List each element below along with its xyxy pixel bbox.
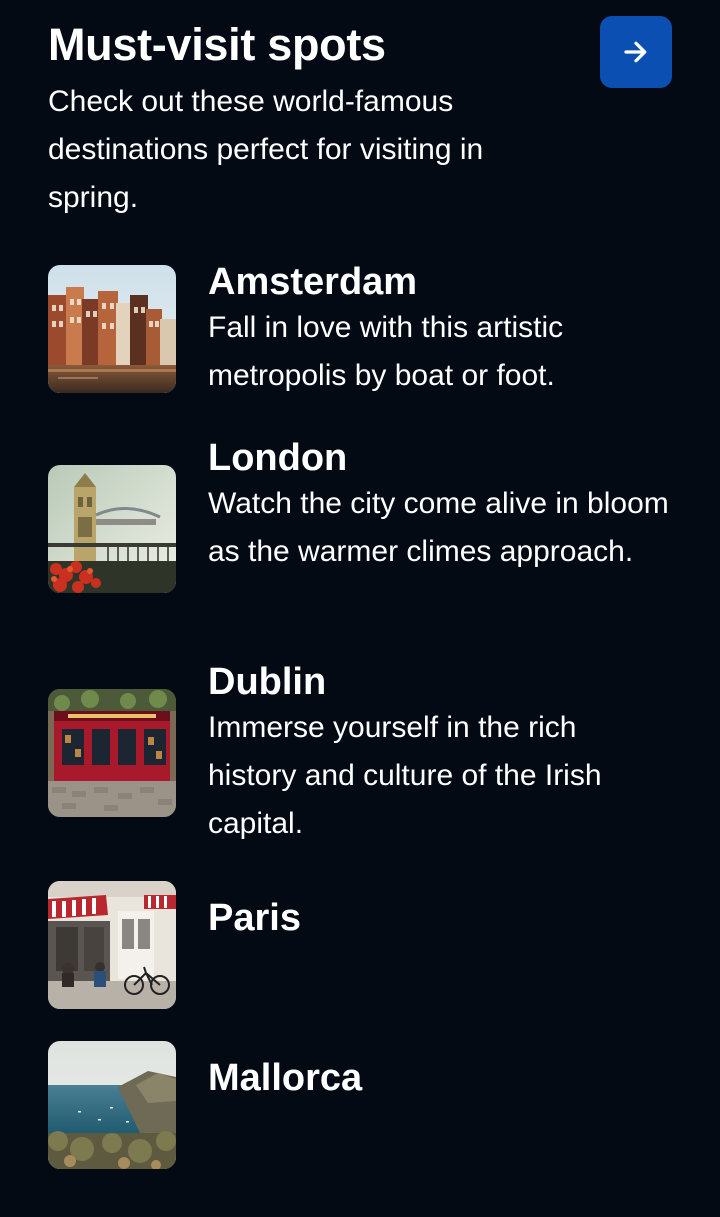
destination-title: Amsterdam — [208, 261, 418, 303]
next-button[interactable] — [600, 16, 672, 88]
list-item-dublin[interactable]: Dublin Immerse yourself in the rich hist… — [48, 660, 672, 840]
paris-text: Paris — [208, 896, 672, 940]
list-item-mallorca[interactable]: Mallorca — [48, 1040, 672, 1170]
section-header: Must-visit spots Check out these world-f… — [48, 16, 568, 222]
mallorca-image — [48, 1041, 176, 1169]
page-subtitle: Check out these world-famous destination… — [48, 85, 484, 214]
amsterdam-text: Amsterdam Fall in love with this artisti… — [208, 260, 672, 400]
destination-title: Dublin — [208, 661, 327, 703]
dublin-text: Dublin Immerse yourself in the rich hist… — [208, 660, 672, 848]
destination-description: Watch the city come alive in bloom as th… — [208, 487, 669, 568]
list-item-london[interactable]: London Watch the city come alive in bloo… — [48, 436, 672, 612]
destination-description: Fall in love with this artistic metropol… — [208, 311, 564, 392]
arrow-right-icon — [624, 41, 647, 63]
destination-title: London — [208, 437, 348, 479]
destination-description: Immerse yourself in the rich history and… — [208, 711, 602, 840]
list-item-paris[interactable]: Paris — [48, 880, 672, 1010]
london-text: London Watch the city come alive in bloo… — [208, 436, 672, 576]
amsterdam-image — [48, 265, 176, 393]
page-title: Must-visit spots — [48, 19, 386, 70]
mallorca-text: Mallorca — [208, 1056, 672, 1100]
list-item-amsterdam[interactable]: Amsterdam Fall in love with this artisti… — [48, 261, 672, 394]
destination-title: Paris — [208, 897, 301, 939]
dublin-image — [48, 689, 176, 817]
paris-image — [48, 881, 176, 1009]
destination-title: Mallorca — [208, 1057, 363, 1099]
london-image — [48, 465, 176, 593]
